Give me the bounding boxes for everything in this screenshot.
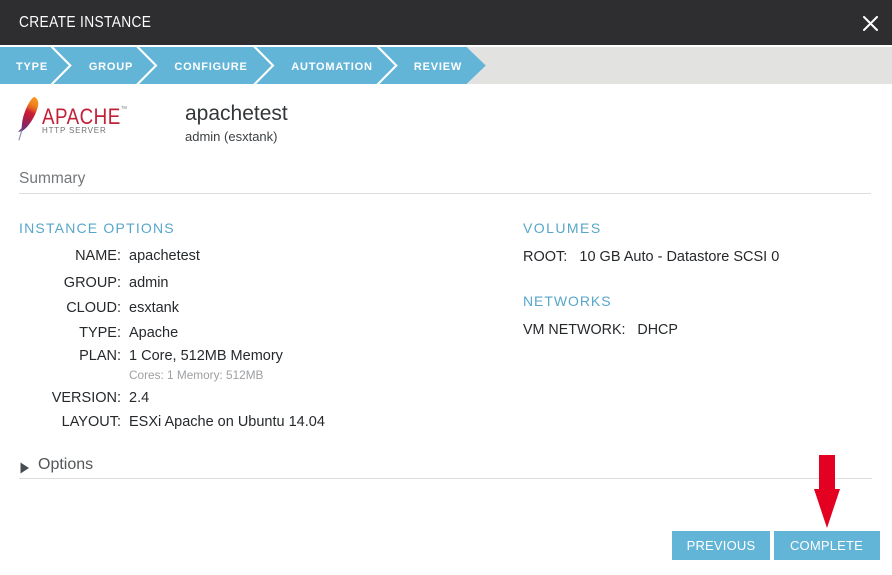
svg-text:CONFIGURE: CONFIGURE: [174, 61, 247, 73]
svg-text:GROUP: GROUP: [89, 61, 133, 73]
svg-text:TYPE: TYPE: [16, 61, 48, 73]
svg-text:AUTOMATION: AUTOMATION: [291, 61, 373, 73]
svg-text:REVIEW: REVIEW: [414, 61, 462, 73]
